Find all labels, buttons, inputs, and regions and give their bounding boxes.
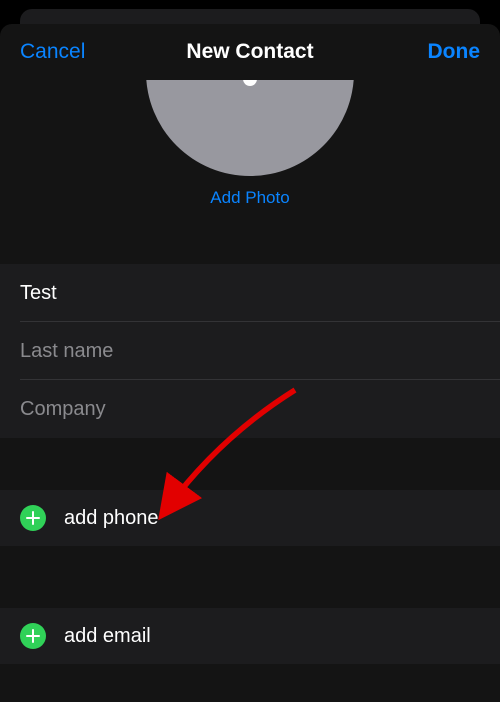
avatar-placeholder[interactable] [146,80,354,176]
first-name-input[interactable] [20,282,480,305]
nav-bar: Cancel New Contact Done [0,24,500,80]
add-phone-label: add phone [64,507,159,530]
add-email-button[interactable]: add email [0,608,500,664]
first-name-field[interactable] [0,264,500,322]
contact-sheet: Cancel New Contact Done Add Photo add ph… [0,24,500,702]
name-company-group [0,264,500,438]
avatar-section: Add Photo [0,80,500,208]
company-field[interactable] [0,380,500,438]
page-title: New Contact [186,40,313,64]
cancel-button[interactable]: Cancel [20,24,85,80]
add-email-label: add email [64,625,151,648]
add-icon [20,623,46,649]
last-name-input[interactable] [20,340,480,363]
done-button[interactable]: Done [428,24,481,80]
add-photo-button[interactable]: Add Photo [210,188,289,208]
last-name-field[interactable] [0,322,500,380]
add-icon [20,505,46,531]
company-input[interactable] [20,398,480,421]
add-phone-button[interactable]: add phone [0,490,500,546]
person-icon [243,80,257,86]
